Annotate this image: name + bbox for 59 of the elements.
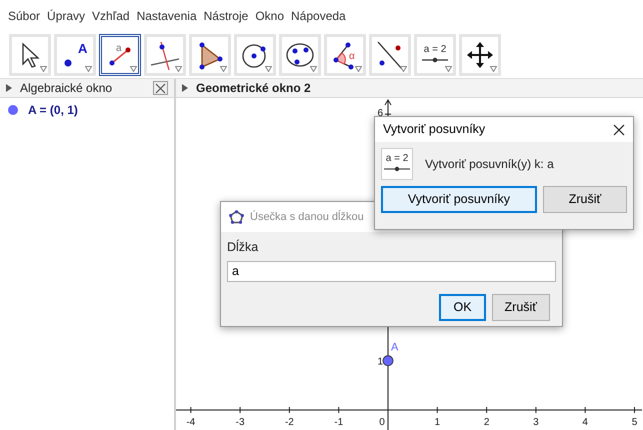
caret-icon: [265, 66, 272, 72]
menu-item[interactable]: Súbor: [8, 7, 40, 25]
dialog-title: Vytvoriť posuvníky: [383, 121, 486, 138]
menu-item[interactable]: Úpravy: [47, 7, 86, 25]
dialog-button[interactable]: OK: [439, 294, 486, 320]
dialog-button[interactable]: Vytvoriť posuvníky: [381, 186, 537, 213]
slider-icon: a = 2: [381, 148, 413, 180]
panel-title: Algebraické okno: [20, 80, 112, 97]
caret-icon: [445, 66, 452, 72]
tool-button[interactable]: [279, 34, 321, 76]
menu-item[interactable]: Nástroje: [204, 7, 248, 25]
point[interactable]: [382, 355, 394, 366]
axis-label: 0: [379, 417, 385, 428]
axis-label: 2: [484, 417, 490, 428]
axis-label: -3: [236, 417, 245, 428]
menu-item[interactable]: Okno: [255, 7, 284, 25]
dialog-title: Úsečka s danou dĺžkou: [250, 209, 364, 225]
axis-label: -4: [186, 417, 196, 428]
axis-label: -2: [284, 417, 294, 428]
menu-item[interactable]: Vzhľad: [92, 7, 130, 25]
tool-button[interactable]: [369, 34, 411, 76]
tool-button[interactable]: [144, 34, 186, 76]
axis-label: 1: [377, 356, 383, 368]
menu-item[interactable]: Nastavenia: [136, 7, 197, 25]
tool-button[interactable]: [459, 34, 501, 76]
tool-button[interactable]: [234, 34, 276, 76]
close-icon[interactable]: [613, 124, 625, 136]
caret-icon: [40, 66, 47, 72]
polygon-icon: [229, 210, 244, 224]
caret-icon: [175, 66, 182, 72]
expand-icon[interactable]: [6, 84, 12, 92]
caret-icon: [310, 66, 317, 72]
algebra-entry[interactable]: A = (0, 1): [28, 101, 78, 119]
point-label: A: [391, 342, 398, 354]
dialog-button[interactable]: Zrušiť: [542, 186, 627, 213]
point-dot[interactable]: [8, 105, 18, 115]
axis-label: 5: [632, 417, 638, 428]
caret-icon: [220, 66, 227, 72]
input-field[interactable]: a: [227, 260, 556, 282]
close-button[interactable]: [153, 81, 168, 95]
field-label: Dĺžka: [227, 238, 260, 256]
axis-label: 3: [533, 417, 539, 428]
axis-label: 4: [582, 417, 588, 428]
dialog-button[interactable]: Zrušiť: [492, 294, 550, 320]
caret-icon: [355, 66, 362, 72]
dialog-message: Vytvoriť posuvník(y) k: a: [425, 156, 554, 173]
panel-title: Geometrické okno 2: [196, 80, 311, 97]
caret-icon: [130, 66, 137, 72]
caret-icon: [490, 66, 497, 72]
tool-button[interactable]: [189, 34, 231, 76]
caret-icon: [400, 66, 407, 72]
axis-label: 6: [377, 108, 383, 119]
expand-icon[interactable]: [182, 84, 188, 92]
axis-label: 1: [434, 417, 440, 428]
tool-button[interactable]: [9, 34, 51, 76]
perpendicular-line-icon: [149, 39, 181, 71]
caret-icon: [85, 66, 92, 72]
axis-label: -1: [334, 417, 344, 428]
menu-item[interactable]: Nápoveda: [291, 7, 346, 25]
